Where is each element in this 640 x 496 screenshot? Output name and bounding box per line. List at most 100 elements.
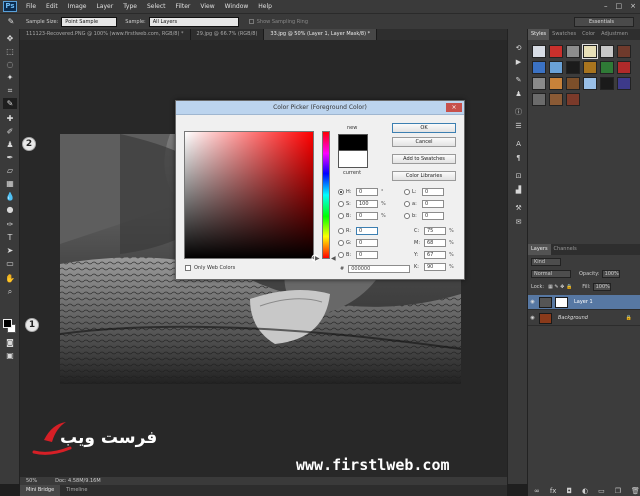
red-input[interactable]: 0 — [356, 227, 378, 235]
hue-right-arrow-icon[interactable]: ◀ — [331, 255, 336, 262]
hue-left-arrow-icon[interactable]: ▶ — [315, 255, 320, 262]
yellow-input[interactable]: 67 — [424, 251, 446, 259]
tab-adjustments[interactable]: Adjustmen — [598, 29, 631, 40]
layer-row-background[interactable]: ◉ Background 🔒 — [528, 311, 640, 326]
clone-source-panel-icon[interactable]: ♟ — [512, 89, 525, 100]
menu-filter[interactable]: Filter — [171, 0, 196, 13]
doc-tab[interactable]: 111123-Recovered.PNG @ 100% (www.firstlw… — [20, 29, 191, 40]
style-swatch[interactable] — [549, 77, 563, 90]
style-swatch[interactable] — [600, 61, 614, 74]
style-swatch[interactable] — [532, 61, 546, 74]
style-swatch[interactable] — [549, 61, 563, 74]
tab-swatches[interactable]: Swatches — [549, 29, 579, 40]
clone-stamp-tool-icon[interactable]: ♟ — [3, 139, 17, 150]
opacity-input[interactable]: 100% — [601, 269, 620, 278]
maximize-button[interactable]: □ — [616, 2, 623, 10]
ok-button[interactable]: OK — [392, 123, 456, 133]
lasso-tool-icon[interactable]: ◌ — [3, 59, 17, 70]
style-swatch[interactable] — [583, 77, 597, 90]
tab-channels[interactable]: Channels — [551, 244, 580, 255]
hex-input[interactable]: 000000 — [348, 265, 411, 273]
brush-tool-icon[interactable]: ✐ — [3, 126, 17, 137]
green-radio[interactable] — [338, 240, 344, 246]
healing-brush-tool-icon[interactable]: ✚ — [3, 113, 17, 124]
green-input[interactable]: 0 — [356, 239, 378, 247]
actions-panel-icon[interactable]: ▶ — [512, 57, 525, 68]
type-tool-icon[interactable]: T — [3, 232, 17, 243]
eyedropper-tool-icon[interactable]: ✎ — [3, 98, 17, 109]
hue-input[interactable]: 0 — [356, 188, 378, 196]
menu-select[interactable]: Select — [142, 0, 171, 13]
eraser-tool-icon[interactable]: ▱ — [3, 165, 17, 176]
new-group-icon[interactable]: ▭ — [598, 487, 605, 495]
style-swatch[interactable] — [600, 45, 614, 58]
doc-tab[interactable]: 29.jpg @ 66.7% (RGB/8) — [191, 29, 265, 40]
menu-type[interactable]: Type — [118, 0, 142, 13]
add-to-swatches-button[interactable]: Add to Swatches — [392, 154, 456, 164]
crop-tool-icon[interactable]: ⌗ — [3, 85, 17, 96]
new-layer-icon[interactable]: ❐ — [615, 487, 621, 495]
style-swatch[interactable] — [583, 61, 597, 74]
menu-image[interactable]: Image — [63, 0, 92, 13]
magenta-input[interactable]: 68 — [424, 239, 446, 247]
saturation-input[interactable]: 100 — [356, 200, 378, 208]
dodge-tool-icon[interactable]: ● — [3, 204, 17, 215]
saturation-brightness-field[interactable] — [184, 131, 319, 262]
properties-panel-icon[interactable]: ☰ — [512, 121, 525, 132]
gradient-tool-icon[interactable]: ▦ — [3, 178, 17, 189]
style-swatch[interactable] — [549, 45, 563, 58]
sample-select[interactable]: All Layers — [148, 16, 239, 27]
menu-edit[interactable]: Edit — [41, 0, 63, 13]
only-web-colors-checkbox[interactable]: Only Web Colors — [185, 265, 235, 271]
adjustment-layer-icon[interactable]: ◐ — [582, 487, 588, 495]
style-swatch[interactable] — [549, 93, 563, 106]
histogram-panel-icon[interactable]: ▟ — [512, 185, 525, 196]
lab-b-radio[interactable] — [404, 213, 410, 219]
dialog-title-bar[interactable]: Color Picker (Foreground Color) × — [176, 101, 464, 115]
move-tool-icon[interactable]: ✥ — [3, 33, 17, 44]
tab-timeline[interactable]: Timeline — [60, 485, 93, 496]
sample-size-select[interactable]: Point Sample — [61, 16, 118, 27]
lab-a-input[interactable]: 0 — [422, 200, 444, 208]
blend-mode-select[interactable]: Normal — [531, 269, 571, 278]
layer-row-layer-1[interactable]: ◉ Layer 1 — [528, 295, 640, 310]
shape-tool-icon[interactable]: ▭ — [3, 258, 17, 269]
style-swatch[interactable] — [617, 61, 631, 74]
color-libraries-button[interactable]: Color Libraries — [392, 171, 456, 181]
hand-tool-icon[interactable]: ✋ — [3, 273, 17, 284]
close-window-button[interactable]: × — [630, 2, 636, 10]
style-swatch[interactable] — [566, 61, 580, 74]
tab-color[interactable]: Color — [579, 29, 598, 40]
brush-panel-icon[interactable]: ✎ — [512, 75, 525, 86]
style-swatch[interactable] — [566, 45, 580, 58]
delete-layer-icon[interactable]: 🗑 — [631, 487, 640, 495]
screen-mode-icon[interactable]: ▣ — [3, 350, 17, 361]
show-sampling-ring-checkbox[interactable]: Show Sampling Ring — [248, 19, 308, 25]
navigator-panel-icon[interactable]: ⊡ — [512, 171, 525, 182]
blue-input[interactable]: 0 — [356, 251, 378, 259]
layer-name[interactable]: Background — [558, 315, 588, 321]
brightness-radio[interactable] — [338, 213, 344, 219]
style-swatch[interactable] — [566, 77, 580, 90]
style-swatch[interactable] — [566, 93, 580, 106]
style-swatch[interactable] — [617, 77, 631, 90]
menu-view[interactable]: View — [195, 0, 219, 13]
cyan-input[interactable]: 75 — [424, 227, 446, 235]
cancel-button[interactable]: Cancel — [392, 137, 456, 147]
info-panel-icon[interactable]: ⓘ — [512, 107, 525, 118]
layer-mask-thumbnail[interactable] — [555, 296, 568, 308]
menu-help[interactable]: Help — [253, 0, 277, 13]
tool-presets-panel-icon[interactable]: ⚒ — [512, 203, 525, 214]
minimize-button[interactable]: – — [604, 2, 608, 10]
history-brush-tool-icon[interactable]: ✒ — [3, 152, 17, 163]
brightness-input[interactable]: 0 — [356, 212, 378, 220]
blue-radio[interactable] — [338, 252, 344, 258]
style-swatch[interactable] — [600, 77, 614, 90]
menu-file[interactable]: File — [21, 0, 41, 13]
blur-tool-icon[interactable]: 💧 — [3, 191, 17, 202]
visibility-eye-icon[interactable]: ◉ — [528, 299, 537, 305]
add-mask-icon[interactable]: ◘ — [566, 487, 572, 495]
zoom-level[interactable]: 50% — [26, 478, 37, 484]
lab-l-input[interactable]: 0 — [422, 188, 444, 196]
style-swatch[interactable] — [532, 77, 546, 90]
